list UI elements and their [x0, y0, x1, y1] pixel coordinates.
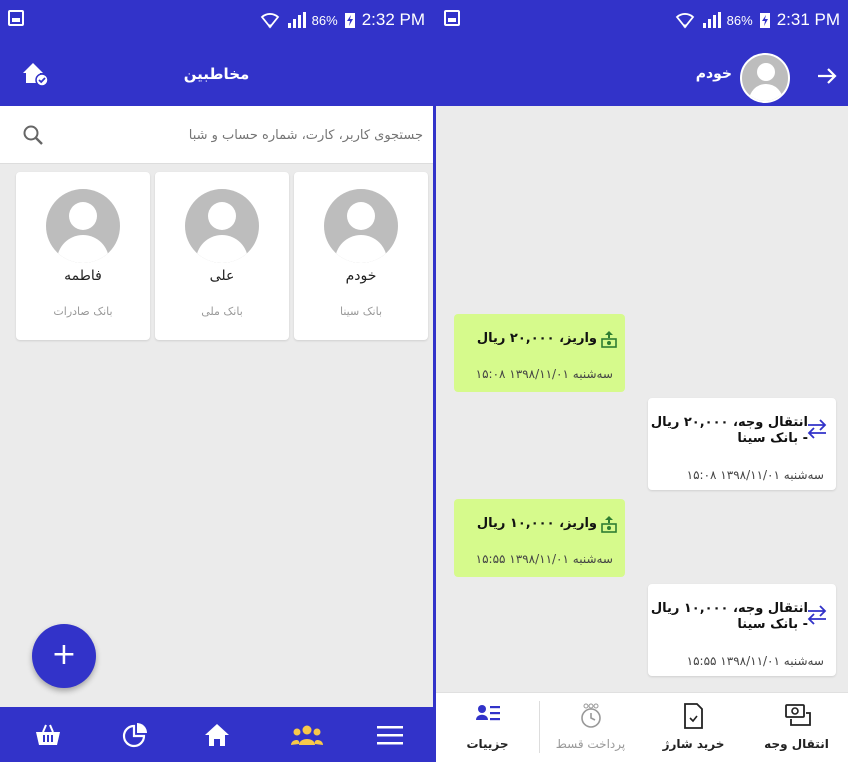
tab-money-transfer[interactable]: انتقال وجه	[745, 693, 848, 762]
tab-installment[interactable]: پرداخت قسط	[539, 693, 642, 762]
transaction-bank: - بانک سینا	[737, 431, 808, 446]
wifi-icon	[260, 13, 279, 29]
page-title: مخاطبین	[183, 65, 250, 83]
nav-menu[interactable]	[355, 707, 425, 762]
contact-name: علی	[209, 268, 235, 284]
details-icon	[476, 705, 500, 721]
contact-bank: بانک صادرات	[53, 305, 113, 318]
tab-label: جزییات	[466, 737, 509, 751]
contact-bank: بانک ملی	[201, 305, 243, 318]
signal-icon	[702, 12, 721, 28]
add-contact-button[interactable]: +	[32, 624, 96, 688]
status-bar: 86% 2:32 PM	[0, 0, 433, 47]
contact-card-self[interactable]: خودم بانک سینا	[294, 172, 428, 340]
tab-label: پرداخت قسط	[555, 737, 626, 751]
transaction-title: واریز، ۲۰,۰۰۰ ریال	[476, 331, 597, 346]
contacts-screen: 86% 2:32 PM مخاطبین خودم بانک سینا علی ب…	[0, 0, 433, 762]
transaction-time: سه‌شنبه ۱۳۹۸/۱۱/۰۱ ۱۵:۰۸	[475, 367, 613, 381]
gallery-notification-icon	[444, 10, 460, 26]
avatar	[185, 189, 259, 263]
toolbar: مخاطبین	[0, 47, 433, 106]
incoming-transaction-bubble[interactable]: واریز، ۲۰,۰۰۰ ریال سه‌شنبه ۱۳۹۸/۱۱/۰۱ ۱۵…	[454, 314, 625, 392]
sim-card-icon	[684, 703, 703, 729]
transaction-time: سه‌شنبه ۱۳۹۸/۱۱/۰۱ ۱۵:۵۵	[475, 552, 613, 566]
contact-name: خودم	[345, 268, 377, 284]
action-tab-bar: جزییات پرداخت قسط خرید شارژ انتقال وجه	[436, 692, 848, 762]
contact-card-fatemeh[interactable]: فاطمه بانک صادرات	[16, 172, 150, 340]
transactions-screen: 86% 2:31 PM خودم واریز، ۲۰,۰۰۰ ریال سه‌ش…	[436, 0, 848, 762]
contact-card-ali[interactable]: علی بانک ملی	[155, 172, 289, 340]
incoming-transaction-bubble[interactable]: واریز، ۱۰,۰۰۰ ریال سه‌شنبه ۱۳۹۸/۱۱/۰۱ ۱۵…	[454, 499, 625, 577]
status-bar: 86% 2:31 PM	[436, 0, 848, 47]
tab-buy-charge[interactable]: خرید شارژ	[642, 693, 745, 762]
battery-charging-icon	[759, 13, 770, 28]
nav-home[interactable]	[182, 707, 252, 762]
transaction-title: واریز، ۱۰,۰۰۰ ریال	[476, 516, 597, 531]
nav-reports[interactable]	[100, 707, 170, 762]
nav-basket[interactable]	[13, 707, 83, 762]
transaction-time: سه‌شنبه ۱۳۹۸/۱۱/۰۱ ۱۵:۵۵	[686, 654, 824, 668]
transfer-arrows-icon	[807, 419, 827, 439]
battery-percent: 86%	[726, 12, 753, 28]
toolbar: خودم	[436, 47, 848, 106]
avatar[interactable]	[740, 53, 790, 103]
battery-charging-icon	[344, 13, 355, 28]
signal-icon	[287, 12, 306, 28]
outgoing-transaction-bubble[interactable]: انتقال وجه، ۱۰,۰۰۰ ریال - بانک سینا سه‌ش…	[648, 584, 836, 676]
money-transfer-icon	[785, 704, 811, 726]
clock: 2:32 PM	[361, 10, 425, 29]
basket-icon	[36, 724, 60, 745]
chart-icon	[122, 722, 147, 747]
deposit-money-icon	[601, 516, 617, 533]
menu-icon	[377, 725, 403, 744]
transfer-arrows-icon	[807, 605, 827, 625]
tab-label: خرید شارژ	[662, 737, 725, 751]
installment-icon	[581, 703, 601, 728]
contacts-icon	[291, 725, 323, 745]
outgoing-transaction-bubble[interactable]: انتقال وجه، ۲۰,۰۰۰ ریال - بانک سینا سه‌ش…	[648, 398, 836, 490]
search-bar	[0, 106, 433, 164]
search-icon[interactable]	[22, 124, 44, 146]
gallery-notification-icon	[8, 10, 24, 26]
contact-name: فاطمه	[64, 268, 102, 284]
contact-name: خودم	[695, 66, 732, 82]
search-input[interactable]	[56, 122, 423, 148]
clock: 2:31 PM	[776, 10, 840, 29]
avatar	[46, 189, 120, 263]
bottom-navigation	[0, 707, 433, 762]
home-icon	[205, 723, 229, 746]
deposit-money-icon	[601, 331, 617, 348]
battery-percent: 86%	[311, 12, 338, 28]
avatar	[324, 189, 398, 263]
transaction-time: سه‌شنبه ۱۳۹۸/۱۱/۰۱ ۱۵:۰۸	[686, 468, 824, 482]
transaction-bank: - بانک سینا	[737, 617, 808, 632]
contact-bank: بانک سینا	[339, 305, 383, 318]
back-arrow-icon[interactable]	[816, 65, 838, 87]
nav-contacts[interactable]	[272, 707, 342, 762]
wifi-icon	[675, 13, 694, 29]
tab-details[interactable]: جزییات	[436, 693, 539, 762]
tab-label: انتقال وجه	[764, 737, 829, 751]
